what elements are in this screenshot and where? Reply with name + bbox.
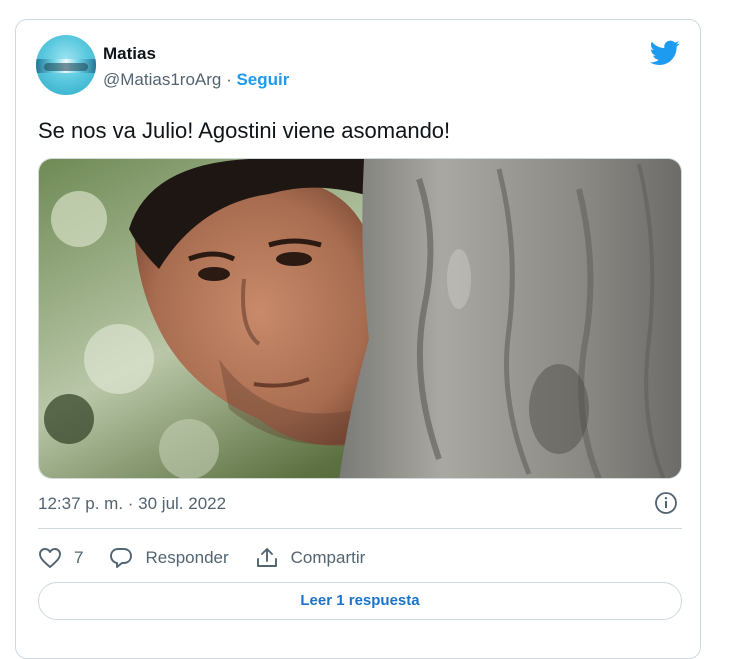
like-count: 7 xyxy=(74,548,84,567)
author-display-name[interactable]: Matias xyxy=(103,44,156,64)
speech-bubble-icon xyxy=(110,548,133,568)
tweet-card: Matias @Matias1roArg · Seguir Se nos va … xyxy=(15,19,701,659)
share-button[interactable]: Compartir xyxy=(255,546,366,570)
like-button[interactable]: 7 xyxy=(38,547,83,569)
heart-icon xyxy=(39,548,61,568)
twitter-bird-icon[interactable] xyxy=(650,40,680,66)
divider xyxy=(38,528,682,529)
reply-button[interactable]: Responder xyxy=(109,547,229,569)
avatar[interactable] xyxy=(36,35,96,95)
info-icon[interactable] xyxy=(654,491,678,515)
author-handle-line: @Matias1roArg · Seguir xyxy=(103,70,289,90)
author-handle[interactable]: @Matias1roArg xyxy=(103,70,221,89)
tweet-text: Se nos va Julio! Agostini viene asomando… xyxy=(38,118,451,143)
share-upload-icon xyxy=(256,548,277,567)
follow-button[interactable]: Seguir xyxy=(236,70,289,89)
share-label: Compartir xyxy=(290,548,366,567)
photo-man-peeking-behind-tree xyxy=(39,159,681,478)
read-replies-button[interactable]: Leer 1 respuesta xyxy=(38,582,682,620)
tweet-timestamp[interactable]: 12:37 p. m. · 30 jul. 2022 xyxy=(38,494,226,514)
handle-separator: · xyxy=(221,70,237,89)
tweet-photo[interactable] xyxy=(38,158,682,479)
tweet-actions: 7 Responder Compartir xyxy=(38,542,391,574)
reply-label: Responder xyxy=(145,548,229,567)
